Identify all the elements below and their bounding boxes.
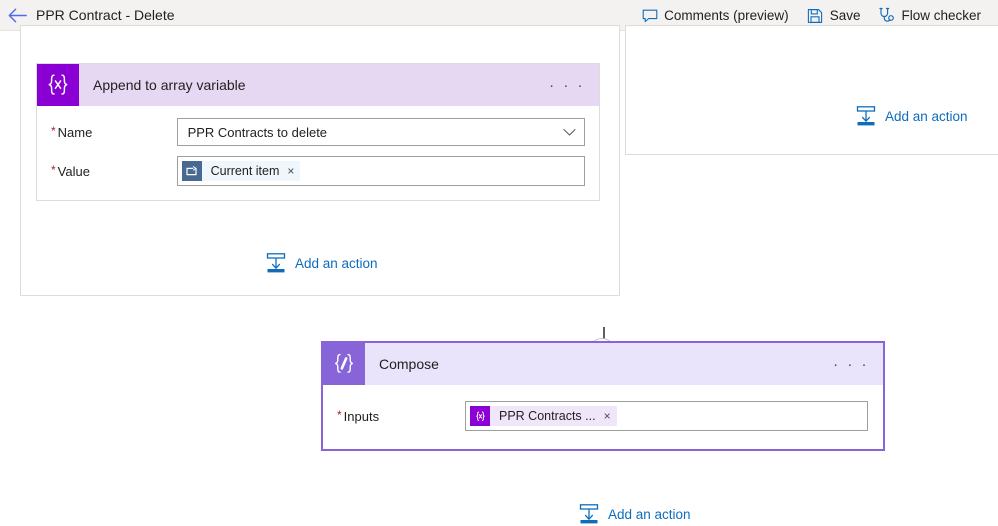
variable-braces-icon bbox=[37, 64, 79, 106]
apply-to-each-loop-icon bbox=[181, 161, 202, 181]
value-field-label: * Value bbox=[51, 162, 177, 179]
save-label: Save bbox=[829, 8, 861, 23]
compose-braces-icon bbox=[323, 343, 365, 385]
token-label: Current item bbox=[210, 164, 280, 178]
value-input[interactable]: Current item × bbox=[176, 156, 585, 186]
token-remove-button[interactable]: × bbox=[604, 410, 611, 422]
arrow-left-icon bbox=[8, 7, 27, 23]
name-dropdown-value: PPR Contracts to delete bbox=[187, 124, 328, 140]
card-title: Compose bbox=[379, 356, 439, 372]
field-row-value: * Value Current item × bbox=[51, 156, 585, 186]
inputs-input[interactable]: PPR Contracts ... × bbox=[465, 401, 868, 431]
card-header: Append to array variable · · · bbox=[37, 64, 599, 106]
add-an-action-label: Add an action bbox=[885, 108, 968, 124]
add-an-action-right[interactable]: Add an action bbox=[855, 105, 968, 127]
field-row-inputs: * Inputs PPR Contracts ... × bbox=[337, 401, 869, 431]
card-header: Compose · · · bbox=[323, 343, 883, 385]
name-field-label: * Name bbox=[51, 123, 177, 140]
value-label-text: Value bbox=[57, 163, 90, 179]
add-an-action-bottom[interactable]: Add an action bbox=[578, 503, 691, 525]
compose-card[interactable]: Compose · · · * Inputs PPR Contracts ...… bbox=[321, 341, 885, 451]
inputs-label-text: Inputs bbox=[343, 408, 380, 424]
add-an-action-inner[interactable]: Add an action bbox=[265, 252, 378, 274]
token-remove-button[interactable]: × bbox=[287, 165, 294, 177]
flow-checker-label: Flow checker bbox=[901, 8, 981, 23]
card-menu-button[interactable]: · · · bbox=[549, 64, 585, 106]
add-action-icon bbox=[855, 105, 877, 127]
flow-title: PPR Contract - Delete bbox=[36, 7, 175, 23]
add-an-action-label: Add an action bbox=[608, 506, 691, 522]
required-marker: * bbox=[51, 123, 56, 138]
add-an-action-label: Add an action bbox=[295, 255, 378, 271]
flow-canvas: Append to array variable · · · * Name PP… bbox=[0, 25, 998, 526]
required-marker: * bbox=[51, 162, 56, 177]
scope-container-right bbox=[625, 25, 998, 155]
card-menu-button[interactable]: · · · bbox=[833, 343, 869, 385]
card-body: * Name PPR Contracts to delete * Value C… bbox=[37, 106, 599, 200]
name-label-text: Name bbox=[57, 124, 93, 140]
comment-icon bbox=[641, 7, 658, 24]
field-row-name: * Name PPR Contracts to delete bbox=[51, 118, 585, 146]
add-action-icon bbox=[265, 252, 287, 274]
add-action-icon bbox=[578, 503, 600, 525]
name-dropdown[interactable]: PPR Contracts to delete bbox=[176, 118, 585, 146]
inputs-field-label: * Inputs bbox=[337, 407, 465, 424]
token-label: PPR Contracts ... bbox=[499, 409, 596, 423]
dynamic-content-token-ppr-contracts[interactable]: PPR Contracts ... × bbox=[470, 406, 617, 426]
variable-braces-icon bbox=[470, 406, 490, 426]
dynamic-content-token-current-item[interactable]: Current item × bbox=[181, 161, 301, 181]
required-marker: * bbox=[337, 407, 342, 422]
save-icon bbox=[807, 7, 824, 24]
card-body: * Inputs PPR Contracts ... × bbox=[323, 385, 883, 449]
comments-label: Comments (preview) bbox=[664, 8, 789, 23]
card-title: Append to array variable bbox=[93, 77, 246, 93]
chevron-down-icon[interactable] bbox=[563, 119, 576, 145]
stethoscope-icon bbox=[878, 7, 895, 24]
append-to-array-variable-card[interactable]: Append to array variable · · · * Name PP… bbox=[36, 63, 600, 201]
